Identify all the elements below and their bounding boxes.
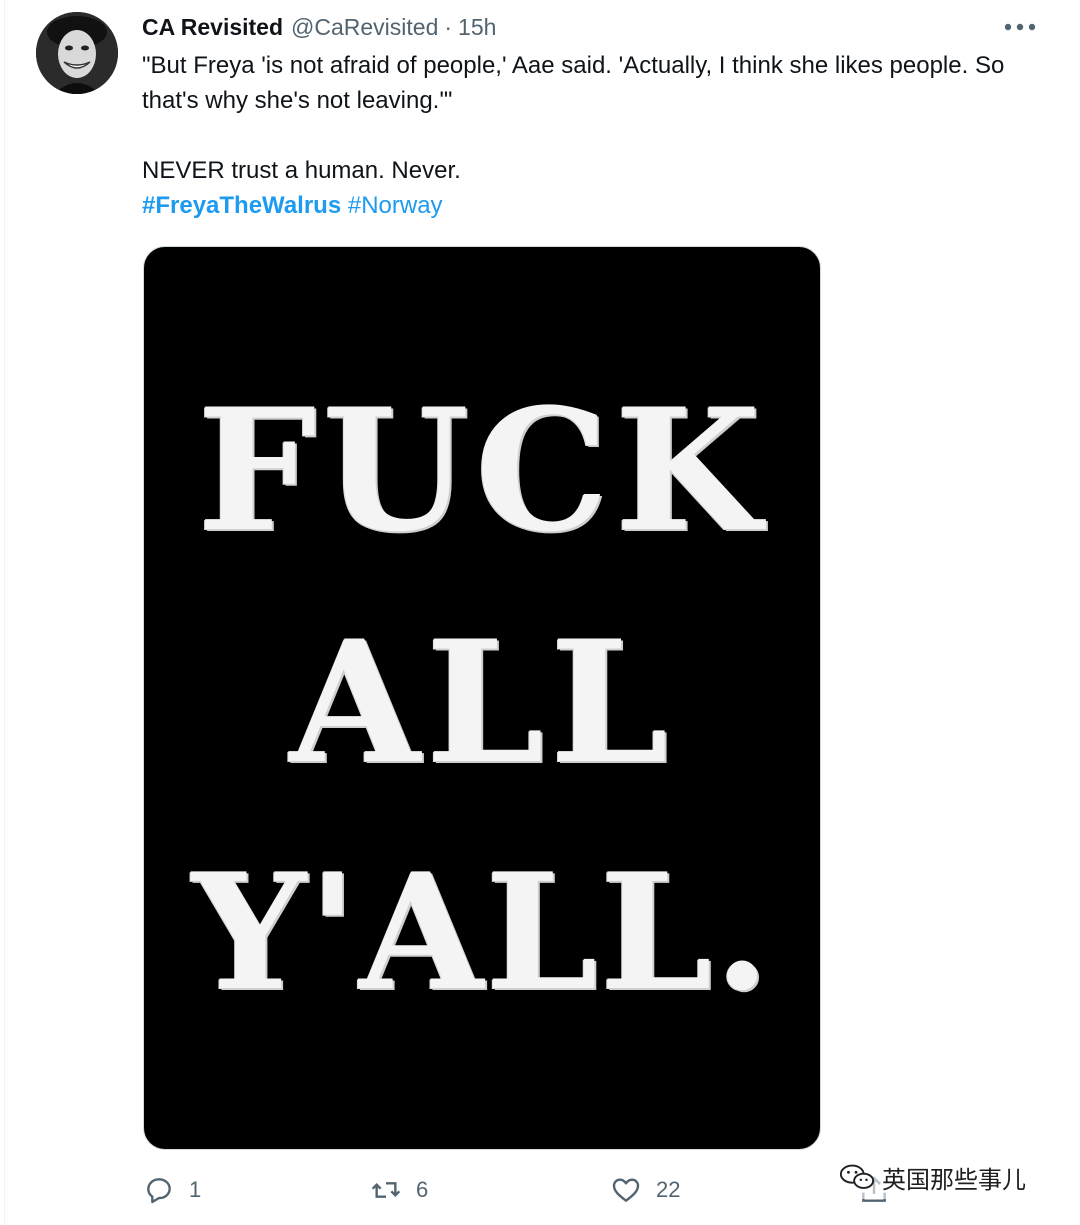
avatar-portrait-icon	[36, 12, 118, 94]
separator-dot: ·	[444, 13, 453, 40]
wechat-icon	[839, 1164, 875, 1189]
tweet-header: CA Revisited @CaRevisited · 15h	[142, 10, 496, 44]
avatar[interactable]	[36, 12, 118, 94]
hashtag-freyathewalrus[interactable]: #FreyaTheWalrus	[142, 192, 341, 219]
author-name[interactable]: CA Revisited	[142, 14, 283, 41]
media-text-line-3: Y'ALL.	[191, 838, 773, 1026]
tweet-comment-text: NEVER trust a human. Never.	[142, 157, 461, 184]
tweet-media-image[interactable]: FUCK ALL Y'ALL.	[143, 246, 821, 1150]
timestamp[interactable]: 15h	[458, 14, 496, 41]
like-count: 22	[656, 1177, 681, 1202]
more-dots-icon	[1004, 23, 1036, 31]
reply-bubble-icon	[147, 1178, 171, 1204]
retweet-arrows-icon	[371, 1182, 401, 1198]
watermark-text: 英国那些事儿	[882, 1166, 1026, 1194]
watermark: 英国那些事儿	[838, 1155, 1030, 1199]
reply-button[interactable]: 1	[143, 1168, 201, 1212]
timeline-divider	[4, 0, 5, 1225]
tweet-text: "But Freya 'is not afraid of people,' Aa…	[142, 48, 1042, 223]
hashtag-row: #FreyaTheWalrus #Norway	[142, 188, 1042, 223]
like-button[interactable]: 22	[610, 1168, 680, 1212]
media-text-line-1: FUCK	[197, 371, 767, 569]
hashtag-norway[interactable]: #Norway	[348, 192, 443, 219]
retweet-count: 6	[416, 1177, 429, 1202]
heart-icon	[612, 1178, 640, 1202]
author-handle[interactable]: @CaRevisited	[291, 14, 438, 41]
retweet-button[interactable]: 6	[370, 1168, 428, 1212]
more-options-button[interactable]	[998, 12, 1042, 42]
reply-count: 1	[189, 1177, 202, 1202]
tweet-quote-text: "But Freya 'is not afraid of people,' Aa…	[142, 52, 1005, 114]
tweet[interactable]: CA Revisited @CaRevisited · 15h "But Fre…	[0, 0, 1080, 1225]
media-text-line-2: ALL	[289, 603, 675, 801]
